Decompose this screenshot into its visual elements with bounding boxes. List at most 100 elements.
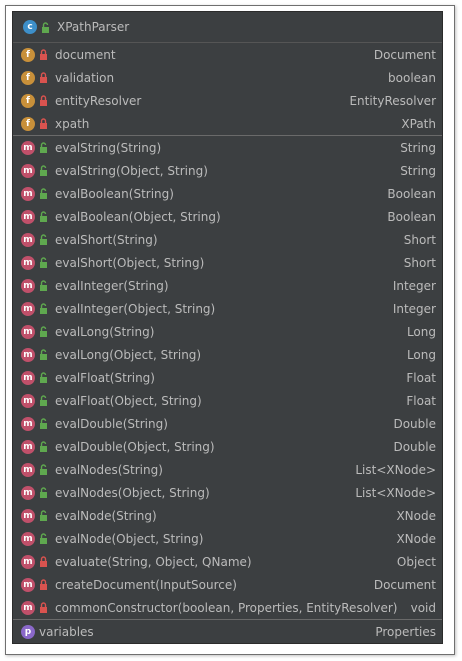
public-lock-icon [39, 510, 49, 521]
method-icon: m [21, 485, 35, 500]
method-row[interactable]: m evalFloat(String) Float [13, 366, 442, 389]
method-row[interactable]: m evalShort(Object, String) Short [13, 251, 442, 274]
method-row[interactable]: m evalLong(String) Long [13, 320, 442, 343]
member-name: evalDouble(Object, String) [55, 439, 215, 454]
method-row[interactable]: m evaluate(String, Object, QName) Object [13, 550, 442, 573]
method-row[interactable]: m evalString(String) String [13, 136, 442, 159]
method-row[interactable]: m evalShort(String) Short [13, 228, 442, 251]
public-lock-icon [39, 349, 49, 360]
private-lock-icon [39, 602, 49, 613]
fields-section: f document Document f validation boolean f enti… [13, 43, 442, 136]
method-icon: m [21, 255, 35, 270]
public-lock-icon [39, 165, 49, 176]
method-icon: m [21, 577, 35, 592]
member-name: evalShort(String) [55, 232, 158, 247]
public-lock-icon [39, 142, 49, 153]
method-row[interactable]: m createDocument(InputSource) Document [13, 573, 442, 596]
method-icon: m [21, 140, 35, 155]
method-row[interactable]: m evalLong(Object, String) Long [13, 343, 442, 366]
public-lock-icon [39, 533, 49, 544]
member-name: evalInteger(String) [55, 278, 169, 293]
public-lock-icon [39, 487, 49, 498]
member-name: evalBoolean(String) [55, 186, 174, 201]
public-lock-icon [39, 280, 49, 291]
method-icon: m [21, 531, 35, 546]
class-header[interactable]: c XPathParser [13, 12, 442, 43]
method-icon: m [21, 370, 35, 385]
member-name: evalLong(Object, String) [55, 347, 202, 362]
private-lock-icon [39, 556, 49, 567]
member-type: Boolean [387, 186, 436, 201]
method-icon: m [21, 416, 35, 431]
member-type: Document [373, 47, 436, 62]
member-type: Object [396, 554, 436, 569]
private-lock-icon [39, 72, 49, 83]
method-row[interactable]: m evalNode(Object, String) XNode [13, 527, 442, 550]
member-type: Document [373, 577, 436, 592]
method-row[interactable]: m evalNodes(Object, String) List<XNode> [13, 481, 442, 504]
member-type: void [410, 600, 436, 615]
public-lock-icon [39, 211, 49, 222]
member-type: Properties [375, 624, 436, 639]
member-type: boolean [388, 70, 436, 85]
public-lock-icon [39, 188, 49, 199]
method-row[interactable]: m evalDouble(Object, String) Double [13, 435, 442, 458]
class-structure-panel: c XPathParser f document Document f validati… [12, 11, 443, 644]
field-icon: f [21, 116, 35, 131]
member-name: document [55, 47, 116, 62]
property-icon: p [21, 624, 35, 639]
public-lock-icon [39, 326, 49, 337]
public-lock-icon [39, 234, 49, 245]
member-type: Integer [392, 278, 436, 293]
member-type: XNode [396, 508, 436, 523]
method-row[interactable]: m evalNodes(String) List<XNode> [13, 458, 442, 481]
field-row[interactable]: f document Document [13, 43, 442, 66]
field-row[interactable]: f entityResolver EntityResolver [13, 89, 442, 112]
private-lock-icon [39, 579, 49, 590]
public-lock-icon [41, 21, 51, 33]
member-type: XPath [401, 116, 436, 131]
field-row[interactable]: f xpath XPath [13, 112, 442, 135]
field-icon: f [21, 70, 35, 85]
private-lock-icon [39, 95, 49, 106]
method-row[interactable]: m evalDouble(String) Double [13, 412, 442, 435]
property-row[interactable]: p variables Properties [13, 620, 442, 643]
member-name: entityResolver [55, 93, 142, 108]
member-name: evalFloat(Object, String) [55, 393, 202, 408]
method-icon: m [21, 163, 35, 178]
public-lock-icon [39, 257, 49, 268]
method-row[interactable]: m evalBoolean(Object, String) Boolean [13, 205, 442, 228]
member-type: Double [393, 416, 436, 431]
method-icon: m [21, 393, 35, 408]
method-row[interactable]: m evalInteger(String) Integer [13, 274, 442, 297]
methods-section: m evalString(String) String m evalString(Obj… [13, 136, 442, 620]
field-row[interactable]: f validation boolean [13, 66, 442, 89]
public-lock-icon [39, 441, 49, 452]
member-type: String [400, 163, 436, 178]
member-type: Integer [392, 301, 436, 316]
field-icon: f [21, 47, 35, 62]
member-type: Long [406, 347, 436, 362]
member-name: validation [55, 70, 115, 85]
method-icon: m [21, 232, 35, 247]
method-row[interactable]: m evalFloat(Object, String) Float [13, 389, 442, 412]
member-name: commonConstructor(boolean, Properties, E… [55, 600, 398, 615]
method-row[interactable]: m evalString(Object, String) String [13, 159, 442, 182]
member-name: createDocument(InputSource) [55, 577, 237, 592]
method-icon: m [21, 324, 35, 339]
method-icon: m [21, 508, 35, 523]
member-type: List<XNode> [355, 462, 436, 477]
public-lock-icon [39, 464, 49, 475]
member-type: XNode [396, 531, 436, 546]
method-row[interactable]: m evalNode(String) XNode [13, 504, 442, 527]
method-row[interactable]: m commonConstructor(boolean, Properties, … [13, 596, 442, 619]
member-type: List<XNode> [355, 485, 436, 500]
method-icon: m [21, 439, 35, 454]
method-icon: m [21, 600, 35, 615]
method-row[interactable]: m evalBoolean(String) Boolean [13, 182, 442, 205]
member-name: evalNodes(String) [55, 462, 163, 477]
class-icon: c [23, 20, 37, 34]
public-lock-icon [39, 303, 49, 314]
member-name: evalNode(String) [55, 508, 157, 523]
method-row[interactable]: m evalInteger(Object, String) Integer [13, 297, 442, 320]
